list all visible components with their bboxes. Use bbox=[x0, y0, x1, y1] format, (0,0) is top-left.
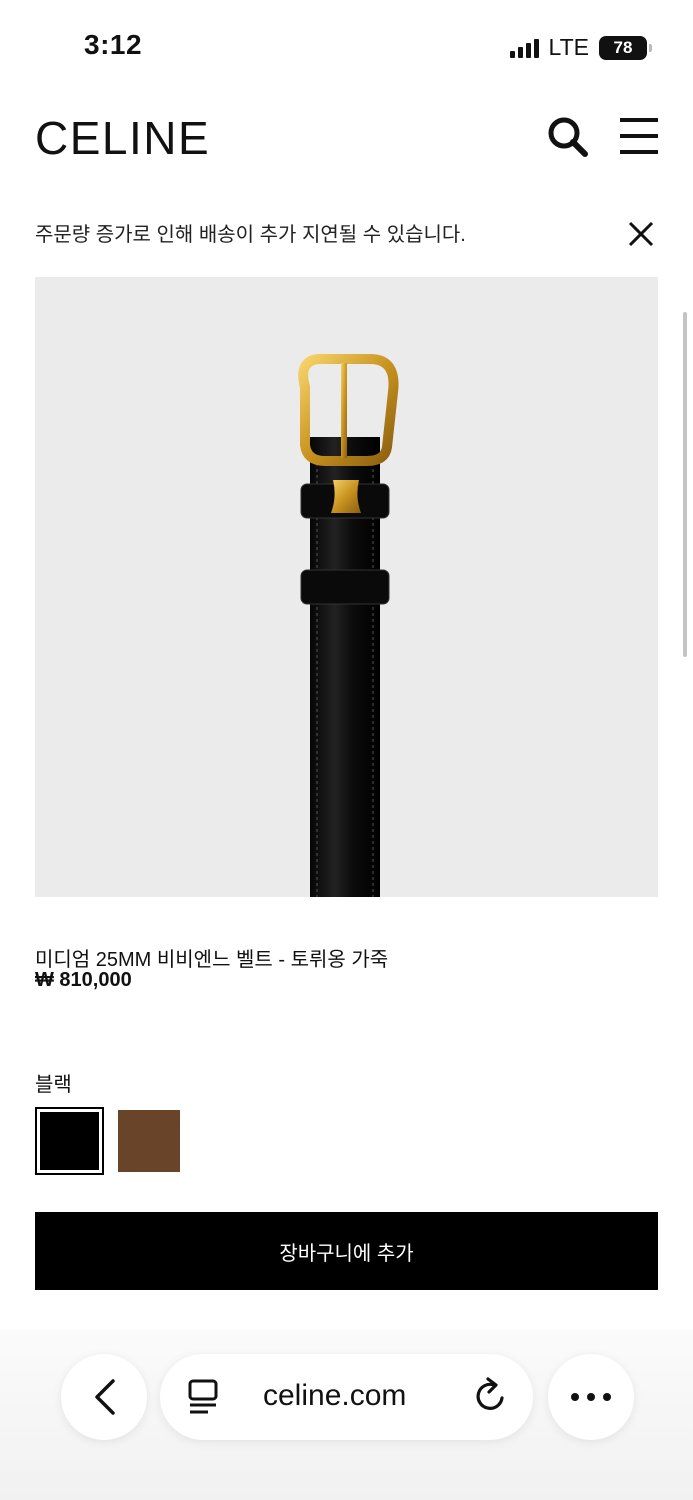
page: 3:12 LTE 78 CELINE 주문량 증가로 인해 배송이 추가 지연될… bbox=[0, 0, 693, 1500]
more-icon bbox=[571, 1393, 611, 1401]
scrollbar[interactable] bbox=[683, 312, 687, 657]
battery-icon: 78 bbox=[599, 35, 652, 60]
product-image[interactable] bbox=[35, 277, 658, 897]
belt-illustration bbox=[298, 353, 399, 897]
swatch-black[interactable] bbox=[35, 1107, 104, 1175]
address-bar[interactable]: celine.com bbox=[160, 1354, 533, 1440]
product-price: ₩ 810,000 bbox=[35, 969, 132, 991]
product-name: 미디엄 25MM 비비엔느 벨트 - 토뤼옹 가죽 bbox=[35, 949, 389, 971]
more-button[interactable] bbox=[548, 1354, 634, 1440]
celine-logo[interactable]: CELINE bbox=[35, 111, 210, 165]
swatch-brown[interactable] bbox=[118, 1110, 180, 1172]
signal-icon bbox=[509, 38, 539, 58]
reload-icon[interactable] bbox=[472, 1376, 510, 1421]
url-text: celine.com bbox=[263, 1379, 407, 1412]
network-label: LTE bbox=[548, 34, 589, 60]
color-label: 블랙 bbox=[35, 1074, 72, 1096]
chevron-left-icon bbox=[95, 1379, 115, 1415]
status-time: 3:12 bbox=[84, 29, 143, 60]
menu-icon[interactable] bbox=[620, 118, 658, 156]
shipping-notice: 주문량 증가로 인해 배송이 추가 지연될 수 있습니다. bbox=[35, 224, 466, 246]
back-button[interactable] bbox=[61, 1354, 147, 1440]
search-icon[interactable] bbox=[546, 115, 590, 159]
status-indicators: LTE 78 bbox=[509, 34, 652, 61]
add-to-cart-button[interactable]: 장바구니에 추가 bbox=[35, 1212, 658, 1290]
close-icon[interactable] bbox=[626, 219, 656, 249]
reader-icon[interactable] bbox=[186, 1378, 220, 1421]
